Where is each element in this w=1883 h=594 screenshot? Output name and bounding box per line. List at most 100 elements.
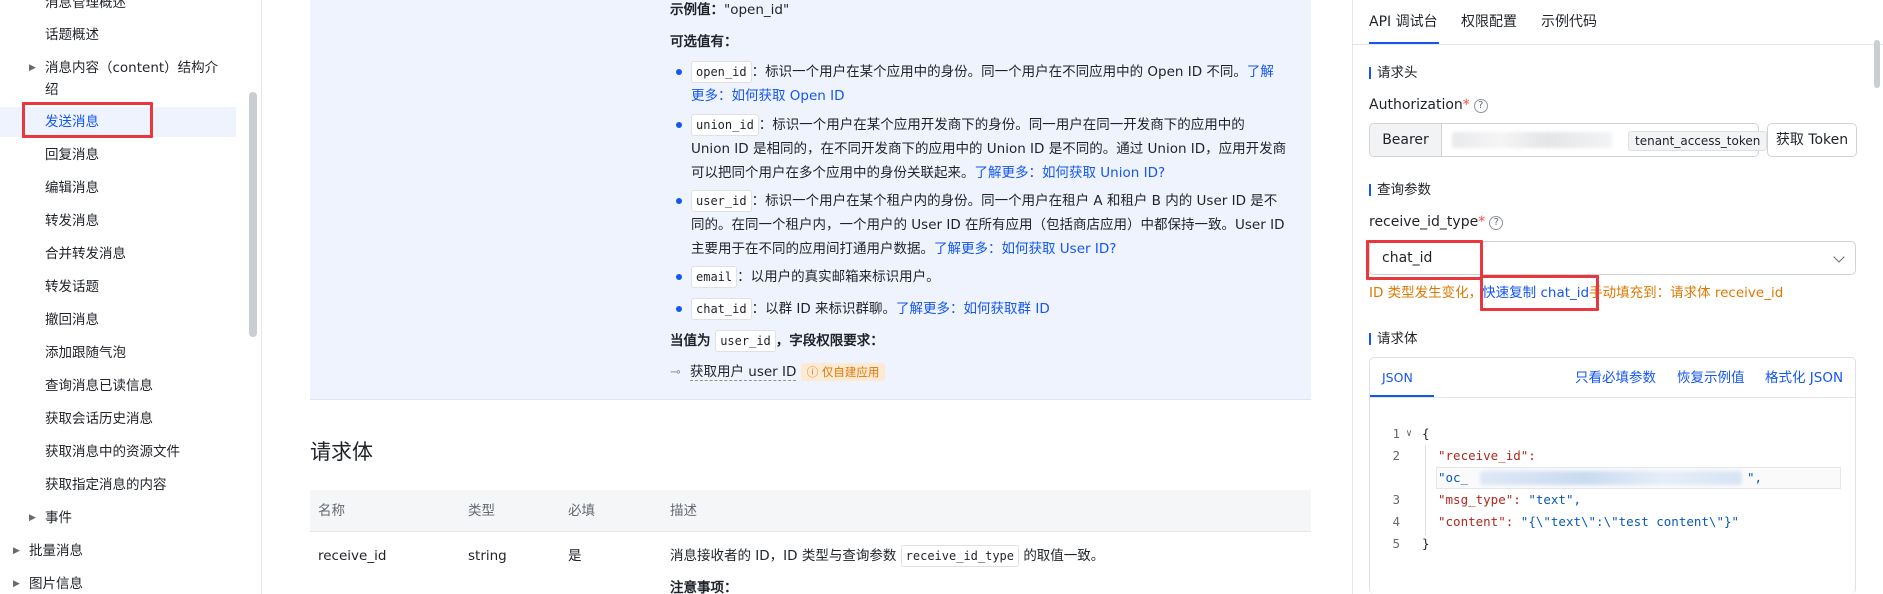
code-key: "content": xyxy=(1438,514,1514,529)
perm-prefix: 当值为 xyxy=(670,333,711,349)
auth-label-text: Authorization xyxy=(1369,97,1463,113)
option-code: chat_id xyxy=(691,298,752,320)
tab-permissions[interactable]: 权限配置 xyxy=(1461,10,1517,34)
option-desc-line: Union ID 是相同的，在不同开发商下的应用中的 Union ID 是不同的… xyxy=(691,141,1287,157)
option-desc: ：以用户的真实邮箱来标识用户。 xyxy=(737,269,940,285)
sidebar-item-send-message[interactable]: 发送消息 xyxy=(0,107,236,137)
th-name: 名称 xyxy=(318,503,345,519)
bullet-icon xyxy=(676,69,682,75)
line-number: 4 xyxy=(1392,514,1400,529)
param-detail-panel: 示例值："open_id" 可选值有： open_id ：标识一个用户在某个应用中… xyxy=(310,0,1311,400)
sidebar-item-topic-overview[interactable]: 话题概述 xyxy=(0,20,236,50)
code-line[interactable]: 2 "receive_id": xyxy=(1370,445,1855,467)
caret-right-icon: ▶ xyxy=(13,579,20,589)
perm-item[interactable]: 获取用户 user ID xyxy=(690,364,797,381)
sidebar-item-history[interactable]: 获取会话历史消息 xyxy=(0,404,236,434)
code-line[interactable]: 1 ∨ { xyxy=(1370,423,1855,445)
option-desc-line: 同的。在同一个租户内，一个用户的 User ID 在所有应用（包括商店应用）中都… xyxy=(691,217,1285,233)
bullet-icon xyxy=(676,122,682,128)
th-required: 必填 xyxy=(568,503,595,519)
fold-icon[interactable]: ∨ xyxy=(1406,423,1412,445)
sidebar-item-label: 查询消息已读信息 xyxy=(45,378,153,394)
sidebar-item-get-message[interactable]: 获取指定消息的内容 xyxy=(0,470,236,500)
sidebar-item-message-overview[interactable]: 消息管理概述 xyxy=(0,0,236,18)
sidebar-item-label: 获取会话历史消息 xyxy=(45,411,153,427)
json-header-divider xyxy=(1370,397,1855,398)
learn-more-link[interactable]: 了解更多：如何获取群 ID xyxy=(896,301,1050,317)
sidebar-item-events[interactable]: ▶ 事件 xyxy=(0,503,236,533)
bullet-icon xyxy=(676,198,682,204)
sidebar-item-label: 转发消息 xyxy=(45,213,99,229)
code-value: ", xyxy=(1747,470,1763,485)
help-icon[interactable]: ? xyxy=(1473,99,1488,113)
authorization-input[interactable]: Bearer tenant_access_token xyxy=(1369,123,1768,157)
sidebar-item-read-info[interactable]: 查询消息已读信息 xyxy=(0,371,236,401)
sidebar-item-recall-message[interactable]: 撤回消息 xyxy=(0,305,236,335)
sidebar-item-label: 合并转发消息 xyxy=(45,246,126,262)
bearer-prefix: Bearer xyxy=(1370,124,1442,156)
bullet-icon xyxy=(676,306,682,312)
cell-type: string xyxy=(468,548,507,564)
sidebar-item-edit-message[interactable]: 编辑消息 xyxy=(0,173,236,203)
learn-more-link[interactable]: 了解更多：如何获取 Union ID? xyxy=(975,165,1166,181)
learn-more-link-prefix[interactable]: 更 xyxy=(691,88,705,104)
code-value: "{\"text\":\"test content\"}" xyxy=(1513,514,1740,529)
help-icon[interactable]: ? xyxy=(1489,216,1504,230)
sidebar-item-label: 图片信息 xyxy=(29,576,83,592)
line-number: 2 xyxy=(1392,448,1400,463)
format-json-button[interactable]: 格式化 JSON xyxy=(1765,368,1843,388)
code-line[interactable]: 4 "content": "{\"text\":\"test content\"… xyxy=(1370,511,1855,533)
sidebar-item-follow-bubble[interactable]: 添加跟随气泡 xyxy=(0,338,236,368)
get-token-button[interactable]: 获取 Token xyxy=(1767,123,1857,157)
learn-more-link[interactable]: 多：如何获取 Open ID xyxy=(705,88,845,104)
section-request-body: 请求体 xyxy=(1369,331,1418,347)
cell-required: 是 xyxy=(568,548,582,564)
learn-more-link[interactable]: 了解更多：如何获取 User ID? xyxy=(934,241,1116,257)
hint-text: 手动填充到：请求体 receive_id xyxy=(1589,285,1784,301)
sidebar-item-label: 撤回消息 xyxy=(45,312,99,328)
example-label: 示例值： xyxy=(670,2,724,18)
sidebar-item-label: 转发话题 xyxy=(45,279,99,295)
sidebar-item-image-info[interactable]: ▶ 图片信息 xyxy=(0,569,236,594)
sidebar-item-content-structure[interactable]: ▶ 消息内容（content）结构介 绍 xyxy=(0,53,236,101)
code-key: "msg_type": xyxy=(1438,492,1521,507)
sidebar-item-merge-forward[interactable]: 合并转发消息 xyxy=(0,239,236,269)
option-open-id: open_id ：标识一个用户在某个应用中的身份。同一个用户在不同应用中的 Ope… xyxy=(691,60,1274,84)
tab-api-console[interactable]: API 调试台 xyxy=(1369,10,1438,34)
self-built-app-tag: ⓘ 仅自建应用 xyxy=(800,363,886,381)
section-request-header: 请求头 xyxy=(1369,65,1418,81)
restore-example-button[interactable]: 恢复示例值 xyxy=(1677,368,1745,388)
code-line[interactable]: "oc_ ", xyxy=(1370,467,1855,489)
only-required-button[interactable]: 只看必填参数 xyxy=(1575,368,1656,388)
learn-more-link[interactable]: 了解 xyxy=(1247,64,1274,80)
sidebar-item-reply-message[interactable]: 回复消息 xyxy=(0,140,236,170)
code-line[interactable]: 3 "msg_type": "text", xyxy=(1370,489,1855,511)
perm-suffix: ，字段权限要求： xyxy=(775,333,884,349)
option-code: union_id xyxy=(691,114,759,136)
key-icon: ⊸ xyxy=(670,365,681,380)
sidebar-scrollbar[interactable] xyxy=(249,92,257,337)
receive-id-type-select[interactable]: chat_id xyxy=(1369,241,1856,275)
cell-note: 注意事项： xyxy=(670,580,738,594)
panel-scrollbar[interactable] xyxy=(1874,40,1880,88)
code-text: { xyxy=(1422,426,1430,441)
copy-chat-id-link[interactable]: 快速复制 chat_id xyxy=(1482,285,1589,301)
line-number: 3 xyxy=(1392,492,1400,507)
section-title-request-body: 请求体 xyxy=(310,440,373,464)
code-line[interactable]: 5 } xyxy=(1370,533,1855,555)
sidebar-item-forward-message[interactable]: 转发消息 xyxy=(0,206,236,236)
json-editor-card: JSON 只看必填参数 恢复示例值 格式化 JSON 1 ∨ { 2 "rece… xyxy=(1369,357,1856,594)
info-icon: ⓘ xyxy=(806,365,822,379)
cell-desc: 消息接收者的 ID，ID 类型与查询参数 receive_id_type 的取值… xyxy=(670,545,1104,567)
desc-text: 的取值一致。 xyxy=(1023,548,1105,564)
tab-sample-code[interactable]: 示例代码 xyxy=(1541,10,1597,34)
option-code: open_id xyxy=(691,61,752,83)
sidebar-item-batch-message[interactable]: ▶ 批量消息 xyxy=(0,536,236,566)
json-tab[interactable]: JSON xyxy=(1382,368,1413,388)
option-chat-id: chat_id ：以群 ID 来标识群聊。了解更多：如何获取群 ID xyxy=(691,297,1050,321)
sidebar-item-resource-file[interactable]: 获取消息中的资源文件 xyxy=(0,437,236,467)
perm-code: user_id xyxy=(715,330,776,352)
option-desc-line: 主要用于在不同的应用间打通用户数据。了解更多：如何获取 User ID? xyxy=(691,237,1116,261)
sidebar-item-label-cont: 绍 xyxy=(45,82,59,98)
sidebar-item-forward-topic[interactable]: 转发话题 xyxy=(0,272,236,302)
